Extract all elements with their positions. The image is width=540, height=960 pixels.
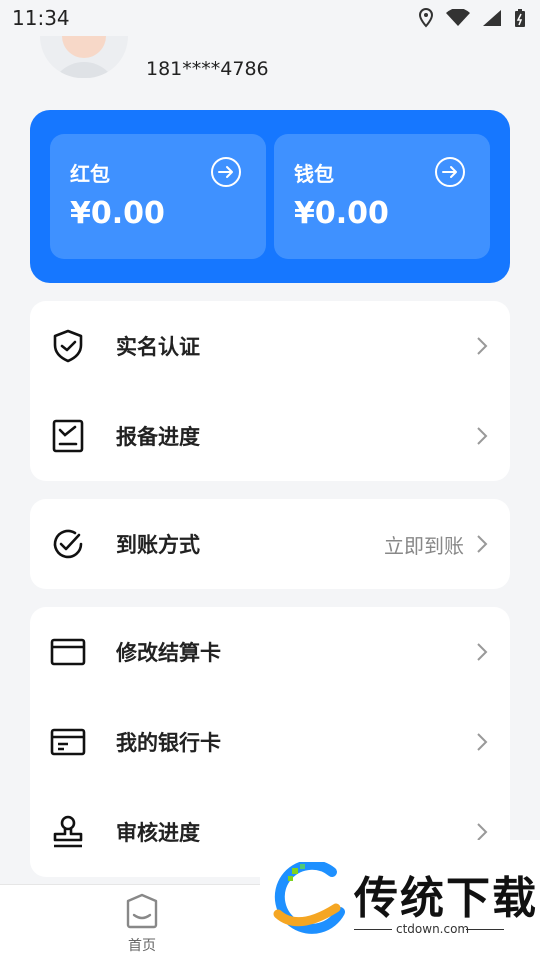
- chevron-right-icon: [477, 733, 488, 751]
- arrival-method-value: 立即到账: [384, 533, 464, 558]
- refresh-check-icon: [53, 529, 83, 559]
- card-settings-card: 修改结算卡 我的银行卡 审核进度: [30, 607, 510, 877]
- menu-item-label: 报备进度: [116, 425, 200, 449]
- battery-icon: [515, 9, 525, 27]
- arrival-card: 到账方式 立即到账: [30, 499, 510, 589]
- location-icon: [418, 8, 434, 28]
- chevron-right-icon: [477, 337, 488, 355]
- menu-item-label: 我的银行卡: [116, 731, 221, 755]
- status-bar: 11:34: [0, 0, 540, 36]
- wallet-card: 红包 ¥0.00 钱包 ¥0.00: [30, 110, 510, 283]
- menu-item-modify-card[interactable]: 修改结算卡: [30, 607, 510, 697]
- credit-card-icon: [50, 638, 86, 666]
- watermark: 传统下载 ctdown.com: [260, 840, 540, 940]
- menu-item-progress[interactable]: 报备进度: [30, 391, 510, 481]
- menu-item-arrival[interactable]: 到账方式 立即到账: [30, 499, 510, 589]
- arrow-circle-icon[interactable]: [434, 156, 466, 188]
- menu-item-my-cards[interactable]: 我的银行卡: [30, 697, 510, 787]
- status-time: 11:34: [12, 6, 70, 30]
- wallet-box[interactable]: 钱包 ¥0.00: [274, 134, 490, 259]
- signal-icon: [483, 10, 501, 26]
- wallet-label: 钱包: [294, 162, 334, 186]
- red-packet-value: ¥0.00: [70, 196, 165, 231]
- menu-item-label: 修改结算卡: [116, 641, 221, 665]
- tab-home[interactable]: 首页: [112, 893, 172, 955]
- stamp-icon: [53, 815, 83, 848]
- chevron-right-icon: [477, 823, 488, 841]
- avatar[interactable]: [40, 36, 128, 78]
- red-packet-box[interactable]: 红包 ¥0.00: [50, 134, 266, 259]
- chevron-right-icon: [477, 427, 488, 445]
- wifi-icon: [446, 9, 470, 26]
- menu-item-label: 到账方式: [116, 533, 200, 557]
- menu-item-realname[interactable]: 实名认证: [30, 301, 510, 391]
- watermark-title: 传统下载: [354, 873, 538, 924]
- phone-number: 181****4786: [146, 58, 269, 80]
- red-packet-label: 红包: [70, 162, 110, 186]
- verification-card: 实名认证 报备进度: [30, 301, 510, 481]
- tab-home-label: 首页: [128, 938, 156, 954]
- chevron-right-icon: [477, 643, 488, 661]
- bank-card-icon: [50, 728, 86, 756]
- status-icons: [418, 8, 526, 28]
- arrow-circle-icon[interactable]: [210, 156, 242, 188]
- wallet-value: ¥0.00: [294, 196, 389, 231]
- menu-item-label: 实名认证: [116, 335, 200, 359]
- menu-item-label: 审核进度: [116, 821, 200, 845]
- shield-check-icon: [53, 329, 83, 363]
- chevron-right-icon: [477, 535, 488, 553]
- checklist-icon: [52, 419, 84, 453]
- watermark-site: ctdown.com: [396, 922, 470, 936]
- profile-header: 181****4786: [40, 36, 269, 80]
- watermark-logo-icon: [273, 862, 345, 934]
- home-icon: [126, 893, 158, 929]
